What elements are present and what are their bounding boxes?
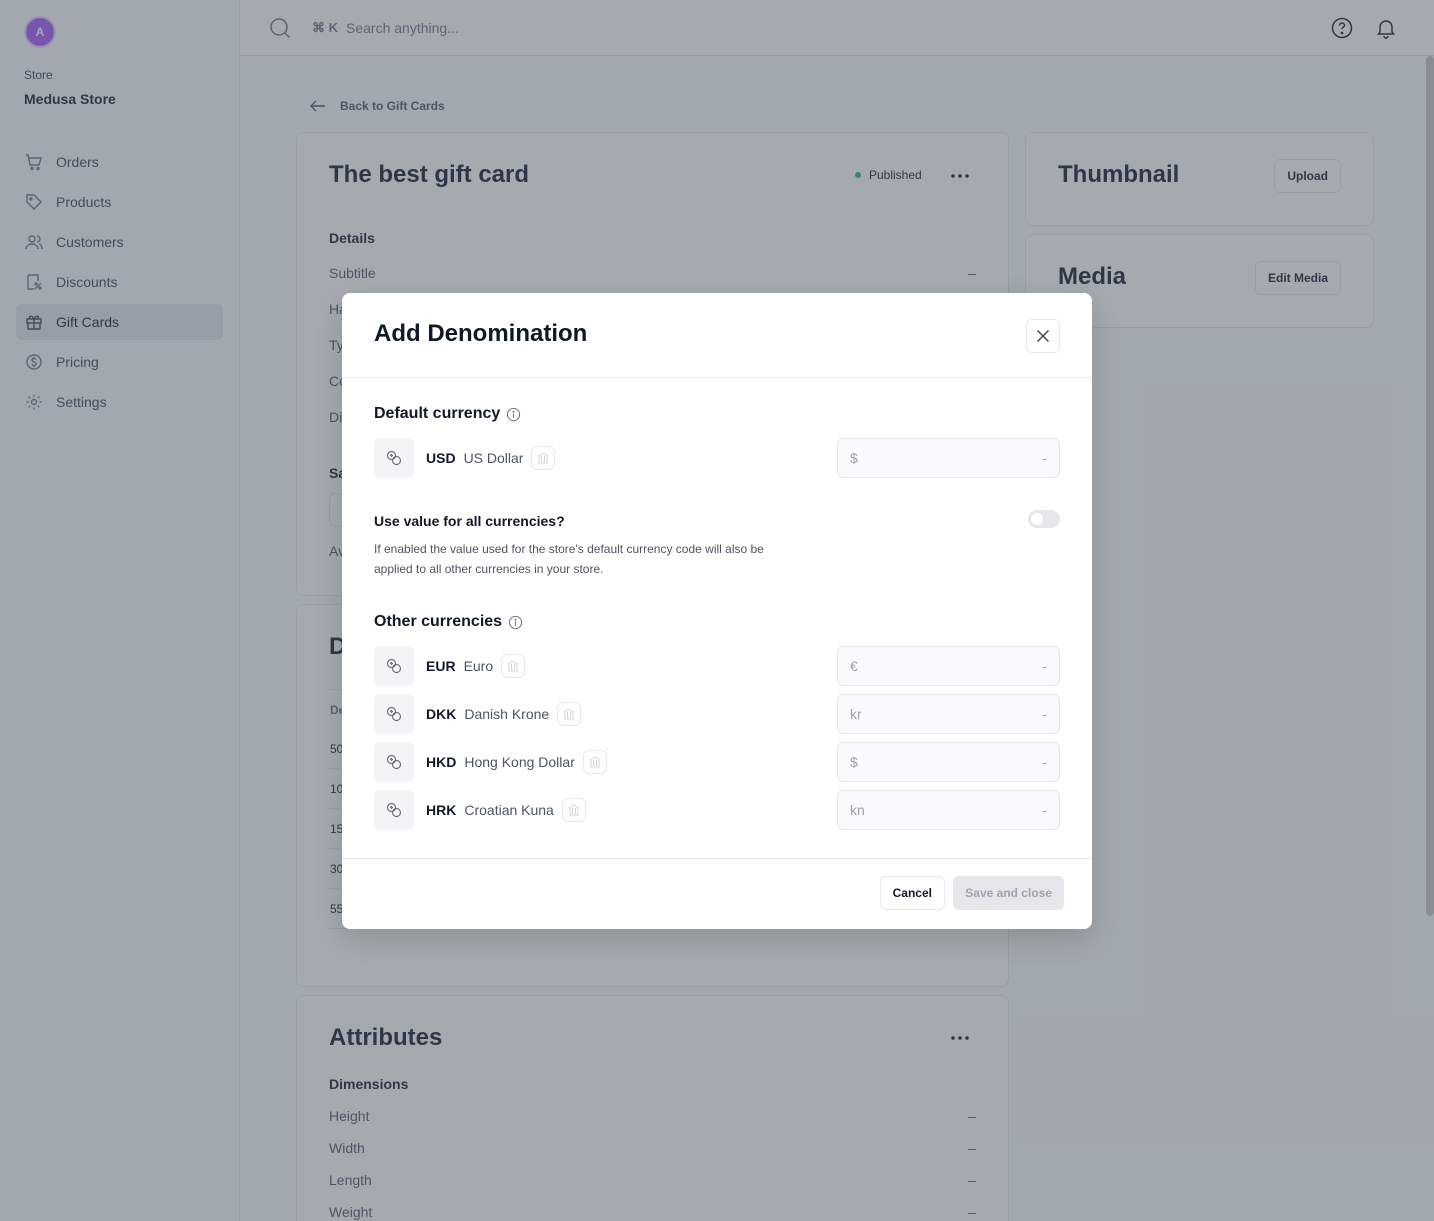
currency-code: HRK <box>426 802 457 818</box>
amount-input[interactable] <box>866 706 1047 722</box>
amount-input[interactable] <box>866 754 1047 770</box>
currency-row-eur: EUR Euro € <box>374 646 1060 686</box>
currency-code: HKD <box>426 754 457 770</box>
currency-label: USD US Dollar <box>426 446 556 470</box>
coins-icon <box>374 742 414 782</box>
currency-label: EUR Euro <box>426 654 526 678</box>
tax-icon[interactable] <box>561 798 586 822</box>
add-denomination-modal: Add Denomination Default currency USD US… <box>342 293 1092 929</box>
coins-icon <box>374 438 414 478</box>
currency-symbol: kr <box>850 706 862 722</box>
currency-row-hkd: HKD Hong Kong Dollar $ <box>374 742 1060 782</box>
currency-row-hrk: HRK Croatian Kuna kn <box>374 790 1060 830</box>
tax-icon[interactable] <box>501 654 526 678</box>
currency-name: Euro <box>463 658 494 674</box>
save-and-close-button[interactable]: Save and close <box>953 876 1064 910</box>
currency-code: DKK <box>426 706 457 722</box>
amount-field[interactable]: kn <box>837 790 1060 830</box>
amount-field[interactable]: € <box>837 646 1060 686</box>
currency-symbol: € <box>850 658 858 674</box>
toggle-knob <box>1031 513 1043 525</box>
info-icon[interactable] <box>506 407 521 422</box>
currency-label: DKK Danish Krone <box>426 702 582 726</box>
coins-icon <box>374 646 414 686</box>
currency-symbol: $ <box>850 754 858 770</box>
tax-icon[interactable] <box>531 446 556 470</box>
amount-input[interactable] <box>866 450 1047 466</box>
amount-field[interactable]: $ <box>837 742 1060 782</box>
currency-name: Croatian Kuna <box>464 802 554 818</box>
default-currency-label: Default currency <box>374 405 501 422</box>
close-button[interactable] <box>1026 319 1060 353</box>
use-for-all-toggle[interactable] <box>1028 510 1060 528</box>
other-currencies-label: Other currencies <box>374 613 503 630</box>
currency-code: USD <box>426 450 456 466</box>
modal-header: Add Denomination <box>342 293 1092 378</box>
currency-name: US Dollar <box>463 450 524 466</box>
toggle-description: If enabled the value used for the store'… <box>374 542 764 576</box>
toggle-label: Use value for all currencies? <box>374 513 565 529</box>
currency-label: HKD Hong Kong Dollar <box>426 750 607 774</box>
currency-row-dkk: DKK Danish Krone kr <box>374 694 1060 734</box>
currency-code: EUR <box>426 658 456 674</box>
amount-input[interactable] <box>866 802 1047 818</box>
coins-icon <box>374 694 414 734</box>
coins-icon <box>374 790 414 830</box>
close-icon <box>1037 330 1049 342</box>
cancel-button[interactable]: Cancel <box>879 876 945 910</box>
other-currencies-heading: Other currencies <box>374 613 523 631</box>
amount-field[interactable]: kr <box>837 694 1060 734</box>
amount-input[interactable] <box>866 658 1047 674</box>
currency-row-usd: USD US Dollar $ <box>374 438 1060 478</box>
amount-field[interactable]: $ <box>837 438 1060 478</box>
currency-symbol: $ <box>850 450 858 466</box>
info-icon[interactable] <box>508 615 523 630</box>
default-currency-heading: Default currency <box>374 405 521 423</box>
modal-footer: Cancel Save and close <box>342 858 1092 929</box>
tax-icon[interactable] <box>557 702 582 726</box>
scrollbar[interactable] <box>1426 56 1434 916</box>
currency-label: HRK Croatian Kuna <box>426 798 586 822</box>
currency-symbol: kn <box>850 802 865 818</box>
tax-icon[interactable] <box>582 750 607 774</box>
currency-name: Danish Krone <box>464 706 550 722</box>
modal-title: Add Denomination <box>374 320 588 347</box>
currency-name: Hong Kong Dollar <box>464 754 575 770</box>
